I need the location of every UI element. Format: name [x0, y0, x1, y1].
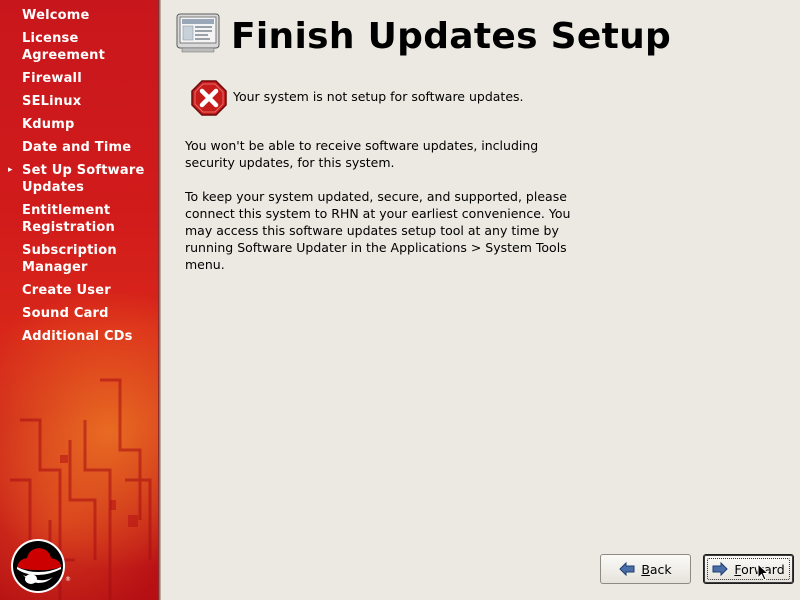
computer-window-icon: [176, 13, 220, 53]
arrow-right-icon: [712, 562, 729, 576]
sidebar-item-label: Subscription Manager: [22, 243, 117, 275]
sidebar-item-label: License Agreement: [22, 31, 106, 63]
firstboot-window: Welcome License Agreement Firewall SELin…: [0, 0, 800, 600]
sidebar-item-label: Date and Time: [22, 140, 132, 155]
sidebar-item-label: Sound Card: [22, 306, 109, 321]
page-title: Finish Updates Setup: [231, 16, 672, 57]
sidebar-item-label: Create User: [22, 283, 111, 298]
sidebar-item-label: Additional CDs: [22, 329, 133, 344]
sidebar-item-entitlement-registration[interactable]: Entitlement Registration: [0, 202, 150, 236]
status-message: Your system is not setup for software up…: [233, 89, 524, 104]
back-button[interactable]: Back: [600, 554, 691, 584]
sidebar-item-license-agreement[interactable]: License Agreement: [0, 30, 150, 64]
sidebar-item-label: SELinux: [22, 94, 82, 109]
current-step-arrow-icon: ▸: [8, 165, 13, 175]
mouse-pointer-icon: [757, 563, 769, 581]
sidebar-item-label: Kdump: [22, 117, 75, 132]
sidebar-border: [158, 0, 161, 600]
sidebar-item-label: Firewall: [22, 71, 82, 86]
sidebar: Welcome License Agreement Firewall SELin…: [0, 0, 158, 600]
svg-text:®: ®: [65, 576, 71, 583]
redhat-logo-icon: ®: [11, 539, 71, 593]
forward-button[interactable]: Forward: [703, 554, 794, 584]
sidebar-item-create-user[interactable]: Create User: [0, 282, 150, 299]
sidebar-item-label: Entitlement Registration: [22, 203, 115, 235]
sidebar-item-label: Welcome: [22, 8, 90, 23]
back-button-label: Back: [641, 561, 672, 577]
sidebar-item-date-and-time[interactable]: Date and Time: [0, 139, 150, 156]
instructions-paragraph: To keep your system updated, secure, and…: [185, 189, 571, 272]
error-x-octagon-icon: [191, 80, 227, 116]
warning-paragraph: You won't be able to receive software up…: [185, 138, 539, 170]
sidebar-item-sound-card[interactable]: Sound Card: [0, 305, 150, 322]
sidebar-item-set-up-software-updates[interactable]: ▸ Set Up Software Updates: [0, 162, 150, 196]
sidebar-item-label: Set Up Software Updates: [22, 163, 145, 195]
setup-steps-list: Welcome License Agreement Firewall SELin…: [0, 7, 158, 351]
sidebar-item-firewall[interactable]: Firewall: [0, 70, 150, 87]
arrow-left-icon: [619, 562, 635, 576]
sidebar-item-welcome[interactable]: Welcome: [0, 7, 150, 24]
sidebar-item-kdump[interactable]: Kdump: [0, 116, 150, 133]
sidebar-item-selinux[interactable]: SELinux: [0, 93, 150, 110]
sidebar-item-additional-cds[interactable]: Additional CDs: [0, 328, 150, 345]
sidebar-item-subscription-manager[interactable]: Subscription Manager: [0, 242, 150, 276]
